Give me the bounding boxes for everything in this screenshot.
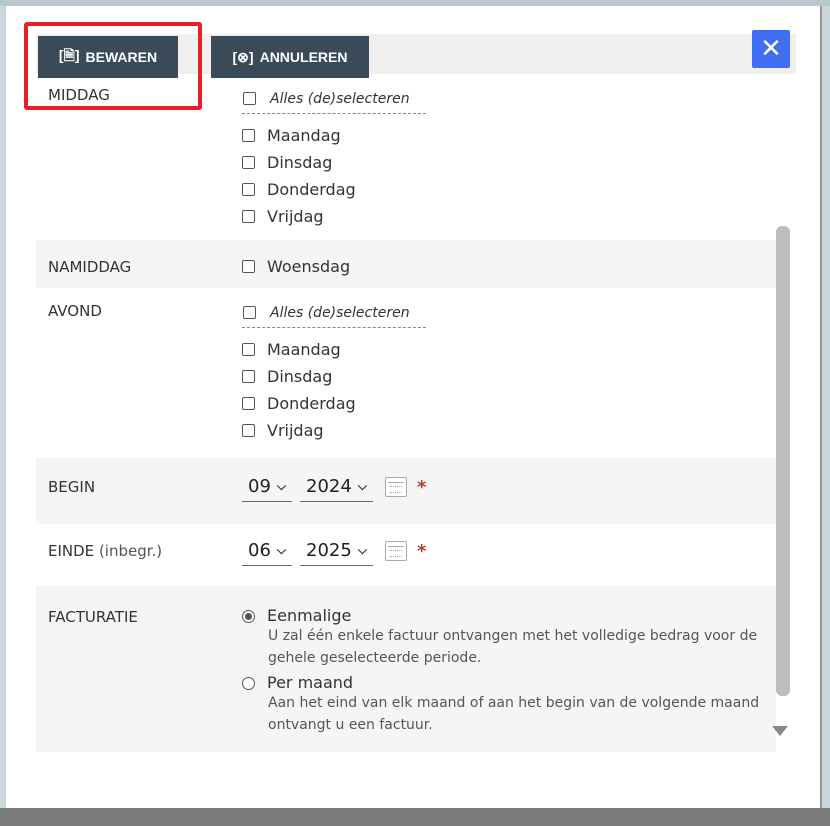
calendar-icon[interactable] xyxy=(384,541,407,561)
avond-select-all[interactable]: Alles (de)selecteren xyxy=(242,298,426,328)
checkbox-icon[interactable] xyxy=(243,306,256,319)
middag-label: MIDDAG xyxy=(48,86,110,104)
checkbox-icon[interactable] xyxy=(242,156,255,169)
required-marker: * xyxy=(416,476,427,498)
chevron-down-icon: ⌵ xyxy=(357,543,367,557)
avond-day-donderdag[interactable]: Donderdag xyxy=(242,390,426,417)
middag-day-vrijdag[interactable]: Vrijdag xyxy=(242,203,426,230)
namiddag-day-woensdag[interactable]: Woensdag xyxy=(242,253,350,280)
facturatie-row: FACTURATIE Eenmalige U zal één enkele fa… xyxy=(36,586,776,752)
avond-day-vrijdag[interactable]: Vrijdag xyxy=(242,417,426,444)
cancel-button[interactable]: [⊗] ANNULEREN xyxy=(211,36,369,78)
checkbox-icon[interactable] xyxy=(242,424,255,437)
close-icon: ✕ xyxy=(760,34,782,64)
middag-day-dinsdag[interactable]: Dinsdag xyxy=(242,149,426,176)
begin-row: BEGIN 09 ⌵ 2024 ⌵ * xyxy=(36,458,776,524)
save-button-label: BEWAREN xyxy=(85,49,158,65)
save-icon: [🗎] xyxy=(58,47,80,63)
save-button[interactable]: [🗎] BEWAREN xyxy=(38,36,178,78)
facturatie-option-description: U zal één enkele factuur ontvangen met h… xyxy=(268,628,758,666)
calendar-icon[interactable] xyxy=(384,477,407,497)
avond-row: AVOND Alles (de)selecteren Maandag Dinsd… xyxy=(36,288,776,458)
facturatie-label: FACTURATIE xyxy=(48,608,138,626)
middag-day-donderdag[interactable]: Donderdag xyxy=(242,176,426,203)
begin-year-select[interactable]: 2024 ⌵ xyxy=(300,472,373,502)
checkbox-icon[interactable] xyxy=(242,210,255,223)
middag-select-all[interactable]: Alles (de)selecteren xyxy=(242,84,426,114)
begin-month-select[interactable]: 09 ⌵ xyxy=(242,472,293,502)
scroll-down-icon[interactable] xyxy=(772,726,788,736)
facturatie-option-description: Aan het eind van elk maand of aan het be… xyxy=(268,695,760,733)
checkbox-icon[interactable] xyxy=(242,370,255,383)
checkbox-icon[interactable] xyxy=(242,397,255,410)
einde-date: 06 ⌵ 2025 ⌵ * xyxy=(242,536,426,566)
avond-day-dinsdag[interactable]: Dinsdag xyxy=(242,363,426,390)
close-button[interactable]: ✕ xyxy=(752,30,790,68)
chevron-down-icon: ⌵ xyxy=(276,479,287,493)
namiddag-options: Woensdag xyxy=(242,253,350,280)
checkbox-icon[interactable] xyxy=(242,343,255,356)
window-bottom-bar xyxy=(0,808,830,826)
namiddag-label: NAMIDDAG xyxy=(48,258,132,276)
chevron-down-icon: ⌵ xyxy=(276,543,287,557)
modal-dialog: [🗎] BEWAREN [⊗] ANNULEREN ✕ MIDDAG Alles… xyxy=(6,6,822,818)
avond-day-maandag[interactable]: Maandag xyxy=(242,336,426,363)
required-marker: * xyxy=(416,540,427,562)
begin-date: 09 ⌵ 2024 ⌵ * xyxy=(242,472,426,502)
checkbox-icon[interactable] xyxy=(243,92,256,105)
einde-row: EINDE (inbegr.) 06 ⌵ 2025 ⌵ * xyxy=(36,524,776,586)
scrollbar-thumb[interactable] xyxy=(776,226,790,696)
facturatie-option-per-maand[interactable]: Per maand xyxy=(242,673,768,692)
radio-icon[interactable] xyxy=(242,677,255,690)
radio-selected-icon[interactable] xyxy=(242,610,255,623)
cancel-icon: [⊗] xyxy=(232,48,254,65)
checkbox-icon[interactable] xyxy=(242,183,255,196)
facturatie-options: Eenmalige U zal één enkele factuur ontva… xyxy=(242,606,768,736)
checkbox-icon[interactable] xyxy=(242,260,255,273)
middag-row: MIDDAG Alles (de)selecteren Maandag Dins… xyxy=(36,74,776,240)
einde-month-select[interactable]: 06 ⌵ xyxy=(242,536,293,566)
middag-options: Alles (de)selecteren Maandag Dinsdag Don… xyxy=(242,84,426,230)
begin-label: BEGIN xyxy=(48,478,96,496)
chevron-down-icon: ⌵ xyxy=(357,479,367,493)
avond-label: AVOND xyxy=(48,302,102,320)
checkbox-icon[interactable] xyxy=(242,129,255,142)
einde-year-select[interactable]: 2025 ⌵ xyxy=(300,536,373,566)
namiddag-row: NAMIDDAG Woensdag xyxy=(36,240,776,288)
avond-options: Alles (de)selecteren Maandag Dinsdag Don… xyxy=(242,298,426,444)
facturatie-option-eenmalige[interactable]: Eenmalige xyxy=(242,606,768,625)
middag-day-maandag[interactable]: Maandag xyxy=(242,122,426,149)
cancel-button-label: ANNULEREN xyxy=(259,49,348,65)
einde-label: EINDE (inbegr.) xyxy=(48,542,163,560)
